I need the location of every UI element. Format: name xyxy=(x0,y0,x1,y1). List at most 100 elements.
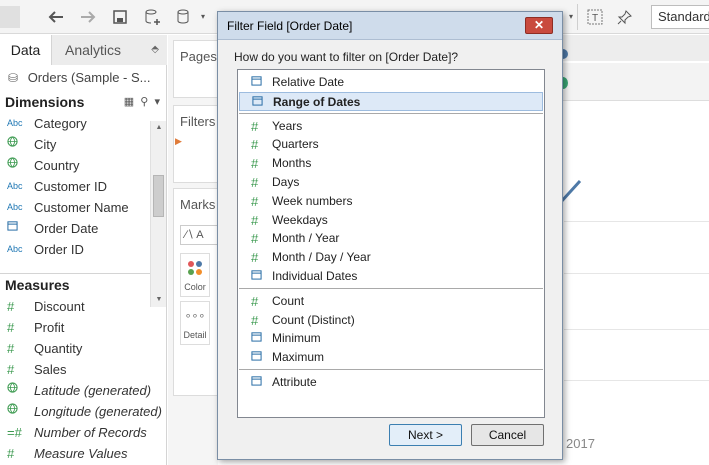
filter-option[interactable]: Relative Date xyxy=(239,73,543,92)
number-type-icon: # xyxy=(251,175,259,190)
rows-shelf[interactable] xyxy=(558,63,709,101)
dimension-field[interactable]: Abc Customer ID xyxy=(0,176,166,197)
filter-option[interactable]: Minimum xyxy=(239,329,543,348)
dialog-prompt: How do you want to filter on [Order Date… xyxy=(234,50,459,64)
datasource-item[interactable]: ⛁ Orders (Sample - S... xyxy=(0,65,166,91)
number-type-icon: # xyxy=(7,299,15,314)
close-button[interactable]: ✕ xyxy=(525,17,553,34)
fit-dropdown[interactable]: Standard xyxy=(651,5,709,29)
measure-field[interactable]: Latitude (generated) xyxy=(0,380,166,401)
tab-data[interactable]: Data xyxy=(0,35,52,65)
dimension-field[interactable]: Abc Category xyxy=(0,113,166,134)
scroll-down-icon[interactable]: ▼ xyxy=(151,293,167,307)
columns-shelf[interactable] xyxy=(558,35,709,61)
string-type-icon: Abc xyxy=(7,244,23,254)
dimension-field[interactable]: Abc Order ID xyxy=(0,239,166,260)
filter-option[interactable]: # Years xyxy=(239,117,543,136)
filter-option-label: Individual Dates xyxy=(272,269,358,283)
list-separator xyxy=(239,369,543,370)
measures-header: Measures xyxy=(5,277,70,293)
svg-text:T: T xyxy=(592,13,598,24)
grid-view-icon[interactable]: ▦ xyxy=(124,96,134,108)
marks-card-title: Marks xyxy=(180,197,216,212)
filter-option[interactable]: # Count xyxy=(239,292,543,311)
dimension-field-label: Customer ID xyxy=(34,179,107,194)
scrollbar-thumb[interactable] xyxy=(153,175,164,217)
chevron-down-icon[interactable]: ▾ xyxy=(154,96,160,108)
measures-section: Measures # Discount # Profit # Quantity # Sales… xyxy=(0,273,166,464)
globe-icon xyxy=(7,136,18,150)
tab-analytics-label: Analytics xyxy=(65,42,122,58)
search-icon[interactable]: ⚲ xyxy=(140,96,148,108)
filter-option-label: Month / Year xyxy=(272,231,340,246)
list-separator xyxy=(239,287,543,289)
number-type-icon: # xyxy=(7,320,15,335)
measure-field[interactable]: Longitude (generated) xyxy=(0,401,166,422)
detail-button[interactable]: ∘∘∘ Detail xyxy=(180,301,210,345)
back-arrow-icon[interactable] xyxy=(44,6,68,28)
measure-field[interactable]: # Quantity xyxy=(0,338,166,359)
number-type-icon: # xyxy=(251,137,259,153)
dimension-field[interactable]: Order Date xyxy=(0,218,166,239)
filter-option[interactable]: # Months xyxy=(239,154,543,173)
measure-field[interactable]: # Measure Values xyxy=(0,443,166,464)
dimension-field-label: Category xyxy=(34,116,87,131)
pane-tabs: Data Analytics ⬘ xyxy=(0,35,167,65)
scroll-up-icon[interactable]: ▲ xyxy=(151,121,167,135)
pin-icon[interactable] xyxy=(614,6,636,28)
calendar-icon xyxy=(252,95,263,109)
calendar-icon xyxy=(251,75,262,89)
measure-field-label: Measure Values xyxy=(34,446,128,461)
filter-type-list[interactable]: Relative Date Range of Dates # Years # Quarte… xyxy=(237,69,545,418)
color-button[interactable]: Color xyxy=(180,253,210,297)
filter-option[interactable]: # Week numbers xyxy=(239,192,543,211)
filter-option[interactable]: # Count (Distinct) xyxy=(239,311,543,330)
filter-option[interactable]: # Month / Day / Year xyxy=(239,248,543,267)
measure-field-label: Number of Records xyxy=(34,425,147,440)
dialog-titlebar[interactable]: Filter Field [Order Date] ✕ xyxy=(218,12,562,40)
pane-menu-icon[interactable]: ⬘ xyxy=(151,35,159,65)
filter-field-dialog: Filter Field [Order Date] ✕ How do you w… xyxy=(217,11,563,460)
filter-option[interactable]: Attribute xyxy=(239,373,543,392)
cancel-button[interactable]: Cancel xyxy=(471,424,544,446)
forward-arrow-icon[interactable] xyxy=(76,6,100,28)
filter-option[interactable]: # Days xyxy=(239,173,543,192)
dimension-field[interactable]: City xyxy=(0,134,166,155)
dimension-field[interactable]: Abc Customer Name xyxy=(0,197,166,218)
globe-icon xyxy=(7,403,18,417)
filter-option[interactable]: # Month / Year xyxy=(239,229,543,248)
filter-option-label: Maximum xyxy=(272,350,325,365)
tab-analytics[interactable]: Analytics ⬘ xyxy=(52,35,167,65)
measure-field-label: Sales xyxy=(34,362,67,377)
measure-field[interactable]: # Discount xyxy=(0,296,166,317)
text-label-icon[interactable]: T xyxy=(584,6,606,28)
measure-field[interactable]: # Sales xyxy=(0,359,166,380)
mark-type-dropdown[interactable]: ∕∖ A xyxy=(180,225,220,245)
chevron-down-icon[interactable]: ▾ xyxy=(198,6,208,28)
chevron-down-icon[interactable]: ▾ xyxy=(565,6,577,28)
filter-option[interactable]: Maximum xyxy=(239,348,543,367)
color-button-label: Color xyxy=(184,282,206,292)
next-button[interactable]: Next > xyxy=(389,424,462,446)
filter-option[interactable]: Individual Dates xyxy=(239,267,543,286)
number-type-icon: # xyxy=(251,193,259,209)
dimensions-header-label: Dimensions xyxy=(5,94,85,110)
dimensions-scrollbar[interactable]: ▲ ▼ xyxy=(150,121,166,307)
filter-option[interactable]: Range of Dates xyxy=(239,91,543,111)
measure-field-label: Longitude (generated) xyxy=(34,404,162,419)
pages-shelf[interactable]: Pages xyxy=(173,40,218,98)
measure-field[interactable]: =# Number of Records xyxy=(0,422,166,443)
dimension-field[interactable]: Country xyxy=(0,155,166,176)
filters-shelf[interactable]: Filters ▶ xyxy=(173,105,218,183)
dialog-title: Filter Field [Order Date] xyxy=(227,19,353,33)
datasource-icon[interactable] xyxy=(172,6,196,28)
line-icon: ∕∖ xyxy=(185,229,194,241)
filter-option[interactable]: # Quarters xyxy=(239,135,543,154)
save-icon[interactable] xyxy=(108,6,132,28)
add-datasource-icon[interactable] xyxy=(140,6,164,28)
detail-dots-icon: ∘∘∘ xyxy=(184,310,206,322)
filter-option-label: Years xyxy=(272,118,303,133)
measure-field[interactable]: # Profit xyxy=(0,317,166,338)
toolbar-menu-stub[interactable] xyxy=(0,6,20,28)
filter-option[interactable]: # Weekdays xyxy=(239,211,543,230)
